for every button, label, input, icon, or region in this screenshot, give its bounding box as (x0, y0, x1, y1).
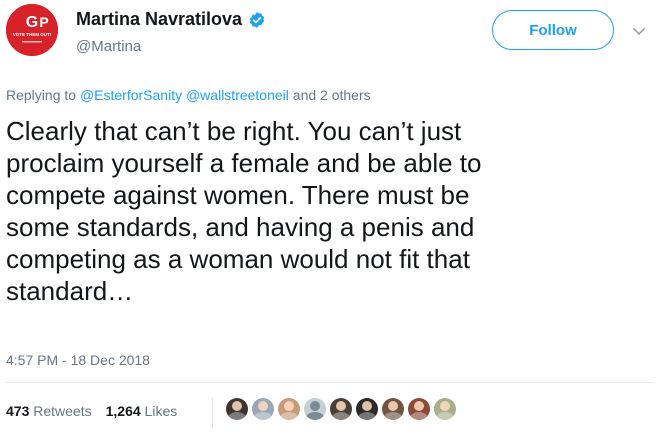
likes-stat[interactable]: 1,264 Likes (106, 403, 178, 419)
tweet-text-line: some standards, and having a penis and (6, 212, 475, 242)
avatar-head-icon (258, 401, 268, 411)
tweet-timestamp[interactable]: 4:57 PM - 18 Dec 2018 (6, 352, 150, 368)
avatar-shoulders-icon (332, 412, 350, 420)
divider (6, 382, 654, 383)
liker-avatar[interactable] (226, 398, 248, 420)
user-handle[interactable]: @Martina (76, 38, 141, 55)
tweet-text-line: standard… (6, 276, 134, 306)
avatar-head-icon (362, 401, 372, 411)
liker-avatar[interactable] (278, 398, 300, 420)
retweets-stat[interactable]: 473 Retweets (6, 403, 92, 419)
avatar-shoulders-icon (306, 412, 324, 420)
user-avatar[interactable]: G P VOTE THEM OUT! (6, 4, 58, 56)
likes-count: 1,264 (105, 403, 141, 419)
avatar-head-icon (310, 401, 320, 411)
follow-button[interactable]: Follow (492, 10, 614, 50)
liker-avatars (226, 398, 460, 420)
tweet-text-line: proclaim yourself a female and be able t… (6, 148, 482, 178)
liker-avatar[interactable] (408, 398, 430, 420)
avatar-shoulders-icon (280, 412, 298, 420)
tweet-stats: 473 Retweets 1,264 Likes (6, 403, 191, 419)
tweet-text-line: Clearly that can’t be right. You can’t j… (6, 116, 462, 146)
likes-label: Likes (144, 403, 178, 419)
avatar-shoulders-icon (358, 412, 376, 420)
avatar-shoulders-icon (410, 412, 428, 420)
liker-avatar-default[interactable] (304, 398, 326, 420)
reply-prefix: Replying to (6, 87, 77, 103)
retweets-label: Retweets (33, 403, 92, 419)
avatar-head-icon (336, 401, 346, 411)
liker-avatar[interactable] (434, 398, 456, 420)
reply-user-link[interactable]: @EsterforSanity (80, 87, 182, 103)
avatar-head-icon (440, 401, 450, 411)
liker-avatar[interactable] (252, 398, 274, 420)
display-name[interactable]: Martina Navratilova (76, 9, 242, 30)
avatar-shoulders-icon (228, 412, 246, 420)
verified-badge-icon (249, 11, 265, 28)
stats-separator (212, 398, 213, 428)
reply-context: Replying to @EsterforSanity @wallstreeto… (6, 87, 371, 103)
svg-text:VOTE THEM OUT!: VOTE THEM OUT! (13, 32, 52, 37)
avatar-shoulders-icon (254, 412, 272, 420)
tweet-text-line: compete against women. There must be (6, 180, 470, 210)
avatar-shoulders-icon (436, 412, 454, 420)
chevron-down-icon[interactable] (630, 22, 648, 40)
name-row: Martina Navratilova (76, 9, 266, 30)
liker-avatar[interactable] (356, 398, 378, 420)
retweets-count: 473 (6, 403, 30, 419)
tweet-text-line: competing as a woman would not fit that (6, 244, 470, 274)
avatar-head-icon (388, 401, 398, 411)
reply-user-link[interactable]: @wallstreetoneil (186, 87, 289, 103)
avatar-shoulders-icon (384, 412, 402, 420)
avatar-head-icon (414, 401, 424, 411)
liker-avatar[interactable] (382, 398, 404, 420)
avatar-logo: G P VOTE THEM OUT! (6, 4, 58, 56)
svg-text:P: P (39, 14, 48, 30)
reply-others-link[interactable]: and 2 others (293, 87, 371, 103)
tweet-card: G P VOTE THEM OUT! Martina Navratilova @… (0, 0, 660, 438)
tweet-text: Clearly that can’t be right. You can’t j… (6, 115, 656, 307)
liker-avatar[interactable] (330, 398, 352, 420)
avatar-head-icon (232, 401, 242, 411)
avatar-head-icon (284, 401, 294, 411)
